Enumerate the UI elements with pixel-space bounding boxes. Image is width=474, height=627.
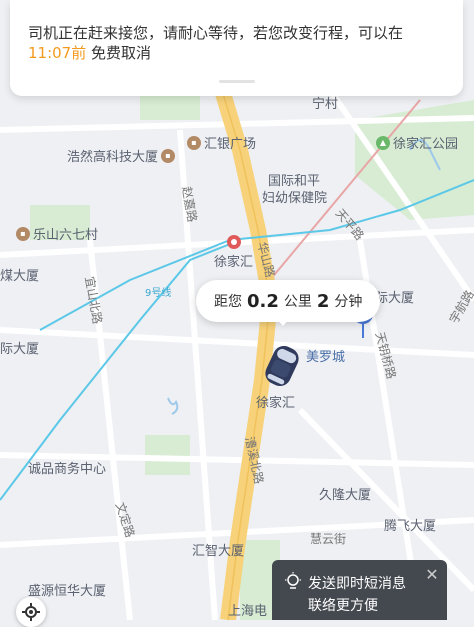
tip-line2: 联络更方便 xyxy=(308,598,378,614)
poi-xujiahui-metro: 徐家汇 xyxy=(214,255,254,270)
building-icon: ▪ xyxy=(16,226,30,241)
lightbulb-icon xyxy=(285,572,301,589)
eta-distance: 0.2 xyxy=(247,290,279,312)
poi-shanghai-dian: 上海电 xyxy=(228,604,268,619)
poi-fuyou-hospital: 妇幼保健院 xyxy=(262,191,328,206)
building-icon: ▪ xyxy=(161,148,176,163)
park-icon: ▲ xyxy=(376,135,390,150)
driver-notice-card: 司机正在赶来接您，请耐心等待，若您改变行程，可以在 11:07前 免费取消 xyxy=(10,0,463,96)
poi-meiluo-city: 美罗城 xyxy=(306,350,346,365)
metro-line-label: 9号线 xyxy=(145,288,172,299)
poi-huiyin-plaza: ▪ 汇银广场 xyxy=(187,133,256,152)
eta-minutes-unit: 分钟 xyxy=(334,294,363,310)
poi-haoran-tower: 浩然高科技大厦 ▪ xyxy=(67,146,176,165)
eta-bubble-tail xyxy=(276,318,290,326)
poi-jiguoji-tower: 际大厦 xyxy=(0,342,40,357)
crosshair-icon xyxy=(22,603,40,621)
poi-xujiahui-road: 徐家汇 xyxy=(256,396,296,411)
poi-building-left: 煤大厦 xyxy=(0,269,40,284)
close-icon[interactable]: ✕ xyxy=(425,567,439,583)
poi-chengpin-center: 诚品商务中心 xyxy=(28,462,107,477)
eta-minutes: 2 xyxy=(316,290,330,312)
notice-text: 司机正在赶来接您，请耐心等待，若您改变行程，可以在 xyxy=(28,24,404,42)
eta-distance-unit: 公里 xyxy=(283,294,312,310)
free-cancel-label: 免费取消 xyxy=(91,44,152,62)
tip-line1: 发送即时短消息 xyxy=(308,576,406,592)
locate-button[interactable] xyxy=(16,597,46,627)
eta-prefix: 距您 xyxy=(214,294,242,310)
poi-leshan-village: ▪ 乐山六七村 xyxy=(16,224,98,243)
sms-tip-toast[interactable]: 发送即时短消息 联络更方便 ✕ xyxy=(272,560,447,620)
road-label-huiyun: 慧云街 xyxy=(310,532,347,546)
poi-huizhi-tower: 汇智大厦 xyxy=(192,544,245,559)
poi-jiulong-tower: 久隆大厦 xyxy=(319,488,372,503)
poi-tengfei-tower: 腾飞大厦 xyxy=(384,519,437,534)
drag-handle[interactable] xyxy=(219,80,255,83)
poi-shengyuan-tower: 盛源恒华大厦 xyxy=(28,584,107,599)
building-icon: ▪ xyxy=(187,135,201,150)
cancel-deadline: 11:07前 xyxy=(28,44,87,62)
eta-bubble: 距您 0.2 公里 2 分钟 xyxy=(196,280,381,322)
poi-xujiahui-park: ▲ 徐家汇公园 xyxy=(376,133,458,152)
notice-text-line2: 11:07前 免费取消 xyxy=(28,42,151,63)
